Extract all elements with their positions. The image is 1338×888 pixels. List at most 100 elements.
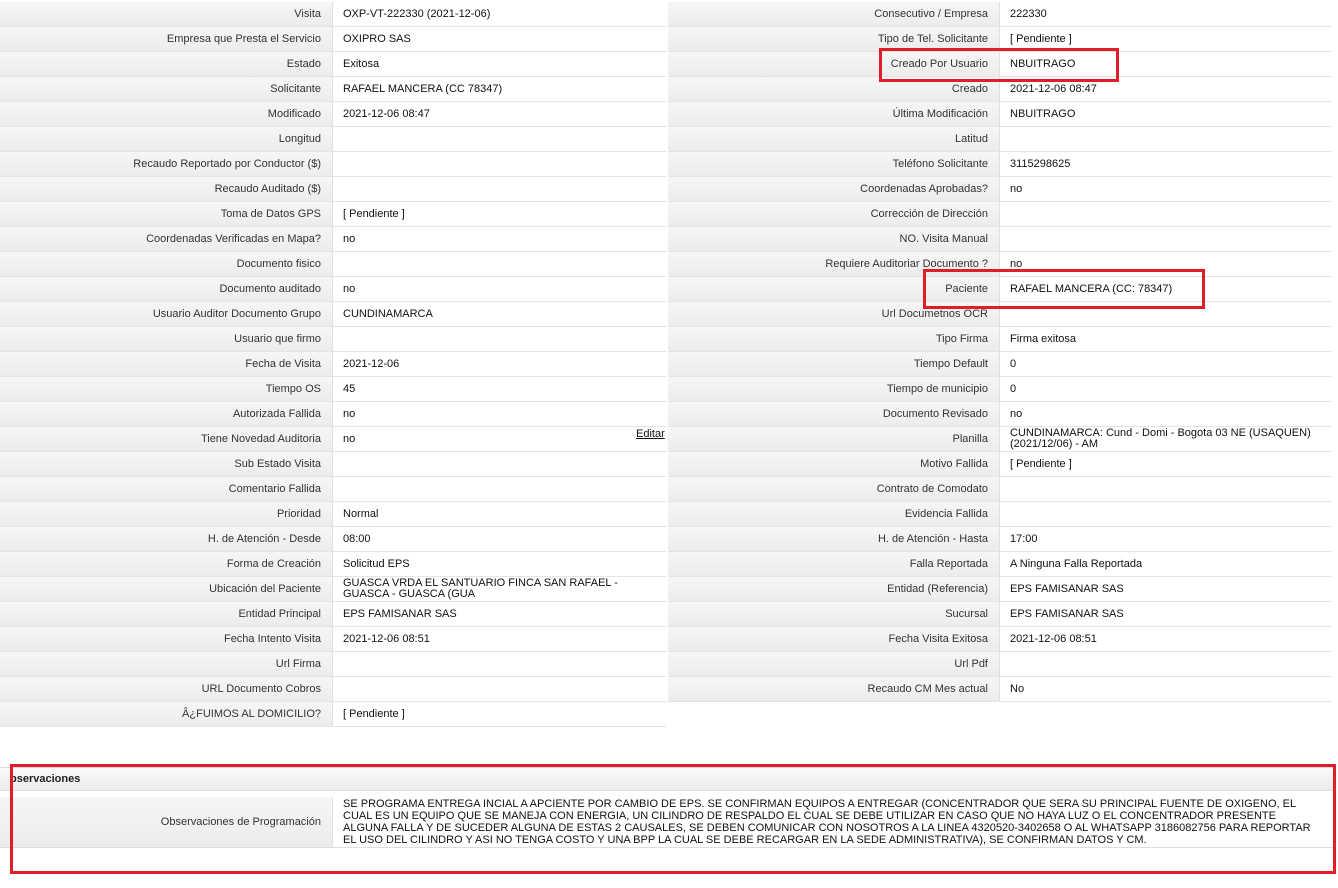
field-row-url-pdf: Url Pdf	[668, 652, 1332, 677]
field-value: no	[1000, 402, 1332, 426]
observaciones-title: bservaciones	[10, 773, 81, 785]
field-label: H. de Atención - Hasta	[668, 527, 1000, 551]
field-label: H. de Atención - Desde	[0, 527, 333, 551]
field-row-paciente: Paciente RAFAEL MANCERA (CC: 78347)	[668, 277, 1332, 302]
field-value	[1000, 202, 1332, 226]
field-label: Fecha Visita Exitosa	[668, 627, 1000, 651]
field-value	[1000, 652, 1332, 676]
field-value	[333, 177, 666, 201]
observaciones-text: SE PROGRAMA ENTREGA INCIAL A APCIENTE PO…	[333, 797, 1333, 847]
field-row-recaudo-auditado: Recaudo Auditado ($)	[0, 177, 666, 202]
field-label: Forma de Creación	[0, 552, 333, 576]
field-value	[1000, 127, 1332, 151]
field-row-ultima-modificacion: Última Modificación NBUITRAGO	[668, 102, 1332, 127]
field-value	[333, 152, 666, 176]
field-value: [ Pendiente ]	[333, 702, 666, 726]
field-row-prioridad: Prioridad Normal	[0, 502, 666, 527]
field-label: Sucursal	[668, 602, 1000, 626]
field-value	[1000, 502, 1332, 526]
field-row-recaudo-cm-mes-actual: Recaudo CM Mes actual No	[668, 677, 1332, 702]
field-label: NO. Visita Manual	[668, 227, 1000, 251]
field-label: Fecha Intento Visita	[0, 627, 333, 651]
field-label: Consecutivo / Empresa	[668, 2, 1000, 26]
field-label: Tipo de Tel. Solicitante	[668, 27, 1000, 51]
field-value: NBUITRAGO	[1000, 52, 1332, 76]
field-value: no	[333, 427, 666, 451]
field-value: [ Pendiente ]	[333, 202, 666, 226]
field-label: Paciente	[668, 277, 1000, 301]
field-value: no	[333, 277, 666, 301]
field-label: Ubicación del Paciente	[0, 577, 333, 601]
field-label: Latitud	[668, 127, 1000, 151]
field-value: no	[333, 227, 666, 251]
field-label: Url Firma	[0, 652, 333, 676]
field-value: 2021-12-06 08:47	[1000, 77, 1332, 101]
field-label: Creado Por Usuario	[668, 52, 1000, 76]
field-value: No	[1000, 677, 1332, 701]
field-row-documento-fisico: Documento fisico	[0, 252, 666, 277]
field-label: Falla Reportada	[668, 552, 1000, 576]
field-row-tiempo-default: Tiempo Default 0	[668, 352, 1332, 377]
field-value: EPS FAMISANAR SAS	[1000, 577, 1332, 601]
field-value: RAFAEL MANCERA (CC 78347)	[333, 77, 666, 101]
field-value: 222330	[1000, 2, 1332, 26]
field-value: 3115298625	[1000, 152, 1332, 176]
field-label: Tiempo Default	[668, 352, 1000, 376]
field-value	[333, 452, 666, 476]
field-value: 2021-12-06 08:47	[333, 102, 666, 126]
edit-link[interactable]: Editar	[636, 428, 665, 440]
field-row-url-documetnos-ocr: Url Documetnos OCR	[668, 302, 1332, 327]
field-row-tipo-de-tel-solicitante: Tipo de Tel. Solicitante[ Pendiente ]	[668, 27, 1332, 52]
field-label: Última Modificación	[668, 102, 1000, 126]
field-row-comentario-fallida: Comentario Fallida	[0, 477, 666, 502]
field-label: Corrección de Dirección	[668, 202, 1000, 226]
field-label: Usuario Auditor Documento Grupo	[0, 302, 333, 326]
field-row-ubicacion-del-paciente: Ubicación del Paciente GUASCA VRDA EL SAN…	[0, 577, 666, 602]
field-value: Normal	[333, 502, 666, 526]
field-value: Firma exitosa	[1000, 327, 1332, 351]
field-row-estado: Estado Exitosa	[0, 52, 666, 77]
field-row-falla-reportada: Falla Reportada A Ninguna Falla Reportada	[668, 552, 1332, 577]
observaciones-row: Observaciones de Programación SE PROGRAM…	[0, 797, 1334, 848]
field-value	[333, 652, 666, 676]
field-value: EPS FAMISANAR SAS	[1000, 602, 1332, 626]
field-row-sucursal: Sucursal EPS FAMISANAR SAS	[668, 602, 1332, 627]
field-row-tipo-firma: Tipo Firma Firma exitosa	[668, 327, 1332, 352]
field-label: Estado	[0, 52, 333, 76]
field-row-url-firma: Url Firma	[0, 652, 666, 677]
field-value: 45	[333, 377, 666, 401]
field-label: Tiempo de municipio	[668, 377, 1000, 401]
field-label: Â¿FUIMOS AL DOMICILIO?	[0, 702, 333, 726]
field-row-h-de-atencion-desde: H. de Atención - Desde 08:00	[0, 527, 666, 552]
field-label: Contrato de Comodato	[668, 477, 1000, 501]
field-label: Empresa que Presta el Servicio	[0, 27, 333, 51]
field-row-a-fuimos-al-domicilio: Â¿FUIMOS AL DOMICILIO?[ Pendiente ]	[0, 702, 666, 727]
field-label: Longitud	[0, 127, 333, 151]
field-label: Creado	[668, 77, 1000, 101]
field-value: NBUITRAGO	[1000, 102, 1332, 126]
field-row-entidad-principal: Entidad Principal EPS FAMISANAR SAS	[0, 602, 666, 627]
field-label: Entidad (Referencia)	[668, 577, 1000, 601]
field-row-entidad-referencia: Entidad (Referencia) EPS FAMISANAR SAS	[668, 577, 1332, 602]
field-row-documento-revisado: Documento Revisado no	[668, 402, 1332, 427]
field-value: 2021-12-06	[333, 352, 666, 376]
field-label: Solicitante	[0, 77, 333, 101]
field-label: Motivo Fallida	[668, 452, 1000, 476]
field-row-requiere-auditoriar-documento: Requiere Auditoriar Documento ? no	[668, 252, 1332, 277]
field-label: Recaudo Auditado ($)	[0, 177, 333, 201]
field-value: 08:00	[333, 527, 666, 551]
field-label: Evidencia Fallida	[668, 502, 1000, 526]
field-row-empresa-que-presta-el-servicio: Empresa que Presta el Servicio OXIPRO SAS	[0, 27, 666, 52]
field-label: URL Documento Cobros	[0, 677, 333, 701]
field-row-correccion-de-direccion: Corrección de Dirección	[668, 202, 1332, 227]
field-value: A Ninguna Falla Reportada	[1000, 552, 1332, 576]
field-label: Tiempo OS	[0, 377, 333, 401]
field-row-usuario-auditor-documento-grupo: Usuario Auditor Documento Grupo CUNDINAMA…	[0, 302, 666, 327]
field-value: 17:00	[1000, 527, 1332, 551]
field-value	[333, 252, 666, 276]
field-row-coordenadas-verificadas-en-mapa: Coordenadas Verificadas en Mapa? no	[0, 227, 666, 252]
field-value	[333, 327, 666, 351]
field-row-creado: Creado 2021-12-06 08:47	[668, 77, 1332, 102]
left-detail-column: Visita OXP-VT-222330 (2021-12-06) Empresa …	[0, 2, 666, 727]
field-label: Prioridad	[0, 502, 333, 526]
